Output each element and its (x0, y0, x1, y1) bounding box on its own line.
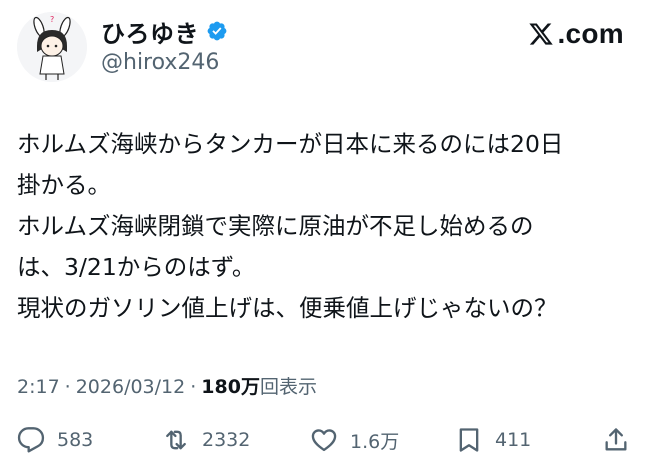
handle[interactable]: @hirox246 (101, 50, 228, 75)
share-icon (605, 428, 627, 451)
post-line: ホルムズ海峡からタンカーが日本に来るのには20日 (17, 130, 564, 158)
repost-count: 2332 (202, 429, 251, 451)
post-line: は、3/21からのはず。 (17, 253, 256, 281)
repost-icon (166, 430, 186, 450)
reply-icon (17, 427, 45, 453)
display-name-row: ひろゆき (101, 14, 228, 48)
share-button[interactable] (602, 423, 630, 457)
bookmark-button[interactable]: 411 (455, 423, 531, 457)
verified-badge-icon (207, 21, 227, 41)
heart-icon (311, 429, 337, 452)
avatar[interactable]: ? (17, 12, 87, 82)
x-logo-icon (529, 23, 554, 45)
post-line: ホルムズ海峡閉鎖で実際に原油が不足し始めるの (17, 212, 534, 240)
post-meta: 2:17 · 2026/03/12 · 180万回表示 (17, 372, 317, 399)
display-name[interactable]: ひろゆき (101, 14, 199, 49)
reply-button[interactable]: 583 (17, 423, 93, 457)
post-time[interactable]: 2:17 (17, 376, 60, 398)
post-date[interactable]: 2026/03/12 (76, 376, 186, 398)
reply-count: 583 (57, 429, 94, 451)
like-count: 1.6万 (350, 430, 400, 453)
views-label: 回表示 (259, 376, 317, 398)
repost-button[interactable]: 2332 (162, 423, 250, 457)
bookmark-count: 411 (495, 429, 532, 451)
action-bar: 583 2332 1.6万 411 (17, 423, 637, 457)
post-line: 掛かる。 (17, 171, 111, 199)
avatar-illustration: ? (17, 12, 87, 82)
views-count: 180万 (201, 376, 260, 398)
post-line: 現状のガソリン値上げは、便乗値上げじゃないの？ (17, 294, 558, 322)
svg-text:?: ? (50, 15, 54, 24)
meta-separator: · (64, 376, 71, 398)
brand-domain-text: .com (557, 18, 624, 49)
x-brand-logo: .com (528, 18, 624, 50)
like-button[interactable]: 1.6万 (310, 423, 399, 457)
post-text: ホルムズ海峡からタンカーが日本に来るのには20日 掛かる。 ホルムズ海峡閉鎖で実… (17, 124, 637, 329)
author-info: ひろゆき @hirox246 (101, 14, 228, 75)
bookmark-icon (459, 428, 479, 452)
meta-separator: · (190, 376, 197, 398)
